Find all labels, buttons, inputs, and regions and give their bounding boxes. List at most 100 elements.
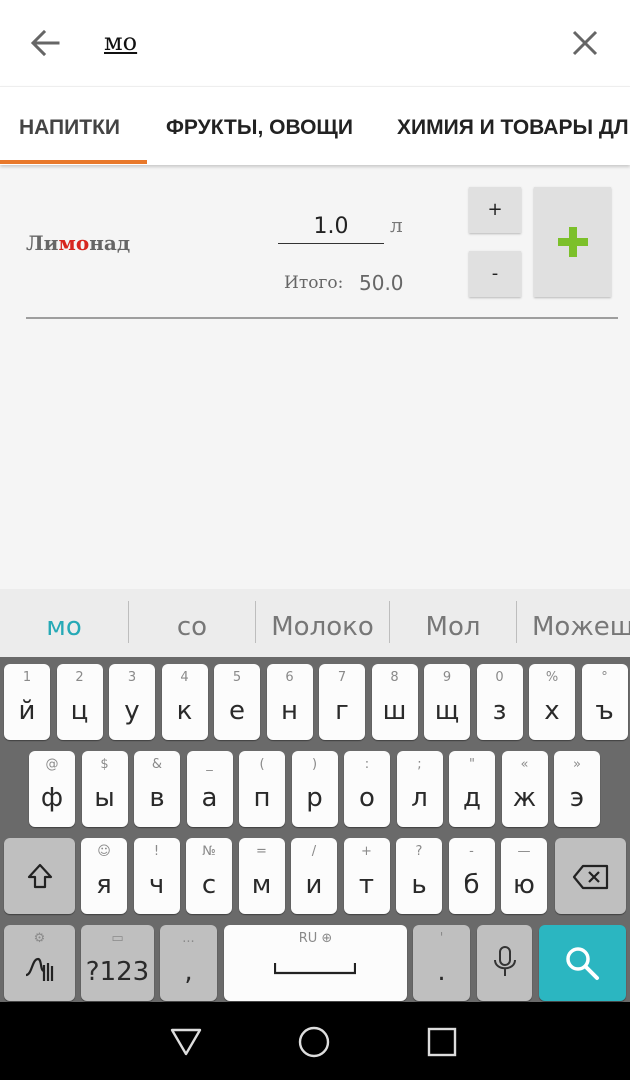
key-hint: 4 bbox=[180, 670, 189, 685]
key-r2-6[interactable]: :о bbox=[344, 751, 390, 827]
key-r2-3[interactable]: _ а bbox=[186, 751, 233, 827]
key-label: е bbox=[229, 696, 245, 726]
key-r2-9[interactable]: «ж bbox=[501, 751, 548, 827]
increment-button[interactable]: + bbox=[469, 187, 521, 233]
key-label: в bbox=[149, 783, 165, 813]
nav-back-icon[interactable] bbox=[170, 1026, 202, 1058]
add-to-cart-button[interactable] bbox=[534, 187, 611, 297]
key-r3-4[interactable]: / и bbox=[291, 838, 337, 914]
key-r3-7[interactable]: -б bbox=[448, 838, 495, 914]
space-key[interactable]: RU ⊕ bbox=[224, 925, 407, 1001]
key-label: й bbox=[18, 696, 36, 726]
key-label: ж bbox=[512, 783, 537, 813]
key-hint: « bbox=[520, 757, 529, 772]
suggestion-item[interactable]: Мол bbox=[390, 589, 516, 657]
key-r1-11[interactable]: ° ъ bbox=[581, 664, 628, 740]
key-r3-2[interactable]: № с bbox=[186, 838, 232, 914]
key-r2-5[interactable]: ) р bbox=[291, 751, 338, 827]
key-r1-4[interactable]: 5е bbox=[214, 664, 260, 740]
suggestion-item[interactable]: Молоко bbox=[256, 589, 389, 657]
key-r2-10[interactable]: » э bbox=[554, 751, 600, 827]
key-r1-0[interactable]: 1й bbox=[4, 664, 50, 740]
key-r2-0[interactable]: @ ф bbox=[29, 751, 75, 827]
key-r3-8[interactable]: — ю bbox=[501, 838, 547, 914]
shift-key[interactable] bbox=[4, 838, 75, 914]
key-r2-4[interactable]: (п bbox=[239, 751, 285, 827]
tab-khimiya[interactable]: ХИМИЯ И ТОВАРЫ ДЛ bbox=[397, 87, 629, 165]
nav-home-icon[interactable] bbox=[298, 1026, 330, 1058]
key-hint: » bbox=[573, 757, 581, 772]
key-label: з bbox=[492, 696, 507, 726]
key-r3-5[interactable]: + т bbox=[343, 838, 390, 914]
key-r1-5[interactable]: 6н bbox=[266, 664, 313, 740]
key-label: г bbox=[335, 696, 349, 726]
key-r3-6[interactable]: ? ь bbox=[396, 838, 442, 914]
backspace-key[interactable] bbox=[555, 838, 626, 914]
key-r3-0[interactable]: ☺ я bbox=[81, 838, 127, 914]
key-label: э bbox=[569, 783, 585, 813]
suggestion-item[interactable]: со bbox=[129, 589, 255, 657]
key-r1-6[interactable]: 7г bbox=[319, 664, 365, 740]
emoji-toggle-icon: ▭ bbox=[111, 931, 124, 946]
key-hint: = bbox=[256, 844, 267, 859]
key-r2-7[interactable]: ; л bbox=[396, 751, 443, 827]
key-label: ъ bbox=[595, 696, 614, 726]
key-hint: № bbox=[202, 844, 216, 859]
voice-input-key[interactable] bbox=[477, 925, 532, 1001]
key-label: ш bbox=[382, 696, 407, 726]
key-hint: _ bbox=[206, 757, 213, 772]
add-plus-icon bbox=[558, 227, 588, 257]
key-hint: & bbox=[151, 757, 163, 772]
symbols-key[interactable]: ▭ ?123 bbox=[81, 925, 154, 1001]
key-hint: % bbox=[545, 670, 559, 685]
key-r1-2[interactable]: 3у bbox=[109, 664, 155, 740]
key-r2-1[interactable]: $ ы bbox=[81, 751, 128, 827]
key-r1-7[interactable]: 8ш bbox=[371, 664, 418, 740]
key-hint: 0 bbox=[495, 670, 504, 685]
key-hint: - bbox=[469, 844, 474, 859]
search-action-key[interactable] bbox=[539, 925, 626, 1001]
key-r1-1[interactable]: 2ц bbox=[56, 664, 103, 740]
tab-napitki[interactable]: НАПИТКИ bbox=[19, 87, 120, 165]
key-hint: ; bbox=[417, 757, 422, 772]
key-r1-8[interactable]: 9щ bbox=[424, 664, 470, 740]
space-bar-icon bbox=[274, 963, 356, 975]
key-hint: — bbox=[517, 844, 531, 859]
key-label: ц bbox=[70, 696, 89, 726]
key-label: щ bbox=[434, 696, 460, 726]
key-label: р bbox=[306, 783, 323, 813]
category-tabs: НАПИТКИ ФРУКТЫ, ОВОЩИ ХИМИЯ И ТОВАРЫ ДЛ bbox=[0, 86, 630, 165]
quantity-input[interactable]: 1.0 bbox=[278, 211, 384, 244]
key-label: ю bbox=[513, 870, 535, 900]
key-label: ф bbox=[40, 783, 64, 813]
key-r1-9[interactable]: 0з bbox=[476, 664, 523, 740]
nav-recents-icon[interactable] bbox=[426, 1026, 458, 1058]
key-label: у bbox=[124, 696, 140, 726]
key-r2-2[interactable]: & в bbox=[134, 751, 180, 827]
comma-key[interactable]: ... , bbox=[160, 925, 217, 1001]
key-hint: 1 bbox=[22, 670, 32, 685]
system-navigation-bar bbox=[0, 1002, 630, 1080]
key-hint: $ bbox=[100, 757, 109, 772]
tab-frukty-ovoshchi[interactable]: ФРУКТЫ, ОВОЩИ bbox=[166, 87, 353, 165]
key-hint: ? bbox=[415, 844, 423, 859]
search-input[interactable]: мо bbox=[104, 28, 137, 56]
period-key[interactable]: ' . bbox=[413, 925, 470, 1001]
back-arrow-icon[interactable] bbox=[28, 26, 62, 60]
key-hint: ! bbox=[153, 844, 160, 859]
key-hint: " bbox=[469, 757, 475, 772]
key-hint: : bbox=[364, 757, 370, 772]
suggestion-item[interactable]: Можеш bbox=[517, 589, 630, 657]
key-r3-1[interactable]: ! ч bbox=[133, 838, 180, 914]
key-label: с bbox=[201, 870, 217, 900]
key-label: я bbox=[96, 870, 112, 900]
key-label: а bbox=[201, 783, 218, 813]
suggestion-item[interactable]: мо bbox=[0, 589, 128, 657]
key-r1-3[interactable]: 4к bbox=[161, 664, 208, 740]
key-r2-8[interactable]: " д bbox=[449, 751, 495, 827]
key-r1-10[interactable]: % х bbox=[529, 664, 575, 740]
key-r3-3[interactable]: = м bbox=[238, 838, 285, 914]
gesture-typing-key[interactable]: ⚙ bbox=[4, 925, 75, 1001]
close-icon[interactable] bbox=[570, 28, 600, 58]
decrement-button[interactable]: - bbox=[469, 251, 521, 297]
